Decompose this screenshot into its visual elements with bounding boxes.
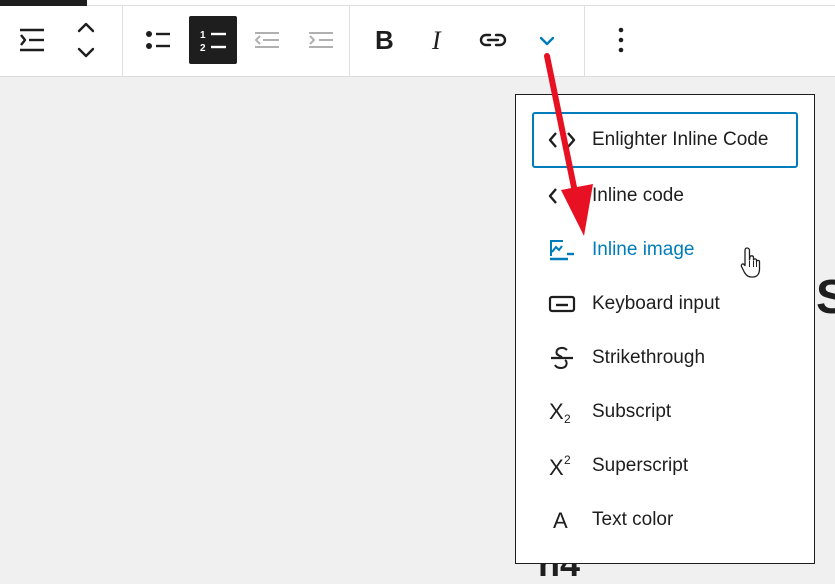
format-dropdown-menu: Enlighter Inline Code Inline code Inline… [515,94,815,564]
link-icon [479,33,507,47]
menu-item-label: Inline image [592,239,695,260]
svg-text:2: 2 [564,453,571,467]
editor-heading-fragment: S [816,271,835,324]
svg-text:X: X [549,455,564,479]
ordered-list-button[interactable]: 1 2 [189,16,237,64]
svg-text:I: I [431,26,442,54]
toolbar-divider [349,6,350,77]
indent-button[interactable] [297,16,345,64]
subscript-icon: X 2 [548,398,576,426]
toolbar-divider [122,6,123,77]
numbered-list-icon: 1 2 [200,30,226,54]
italic-icon: I [431,26,442,54]
superscript-icon: X 2 [548,452,576,480]
strikethrough-icon [548,344,576,372]
bold-icon: B [375,26,394,54]
menu-item-label: Superscript [592,455,689,476]
block-toolbar: 1 2 B I [0,0,835,77]
link-button[interactable] [469,16,517,64]
svg-text:X: X [549,399,564,424]
svg-text:1: 1 [200,30,206,41]
svg-text:2: 2 [564,412,571,425]
outdent-icon [255,32,279,48]
keyboard-icon [548,290,576,318]
toolbar-top-line [87,5,835,6]
toolbar-divider [584,6,585,77]
menu-item-label: Enlighter Inline Code [592,129,769,150]
menu-item-keyboard-input[interactable]: Keyboard input [532,276,798,332]
toolbar-top-accent [0,0,87,6]
menu-item-text-color[interactable]: A Text color [532,492,798,548]
menu-item-label: Subscript [592,401,672,422]
svg-text:A: A [553,508,568,533]
menu-item-label: Keyboard input [592,293,720,314]
menu-item-label: Strikethrough [592,347,706,368]
menu-item-subscript[interactable]: X 2 Subscript [532,384,798,440]
menu-item-inline-code[interactable]: Inline code [532,168,798,224]
options-button[interactable] [597,16,645,64]
block-type-button[interactable] [8,16,56,64]
chevron-down-icon [539,36,555,46]
indent-icon [309,32,333,48]
svg-text:2: 2 [200,43,206,54]
more-formats-button[interactable] [523,16,571,64]
more-vertical-icon [618,27,624,53]
menu-item-label: Inline code [592,185,684,206]
svg-text:B: B [375,26,394,54]
italic-button[interactable]: I [414,16,462,64]
outdent-button[interactable] [243,16,291,64]
bold-button[interactable]: B [360,16,408,64]
menu-item-strikethrough[interactable]: Strikethrough [532,330,798,386]
unordered-list-button[interactable] [134,16,182,64]
code-icon [548,182,576,210]
move-up-down-button[interactable] [62,16,110,64]
text-color-icon: A [548,506,576,534]
code-icon [548,126,576,154]
menu-item-label: Text color [592,509,674,530]
bullet-list-icon [146,31,170,49]
chevron-up-down-icon [77,22,95,58]
list-indent-icon [20,28,44,52]
hand-pointer-cursor-icon [740,247,761,278]
menu-item-enlighter-inline-code[interactable]: Enlighter Inline Code [532,112,798,168]
image-icon [548,236,576,264]
menu-item-superscript[interactable]: X 2 Superscript [532,438,798,494]
